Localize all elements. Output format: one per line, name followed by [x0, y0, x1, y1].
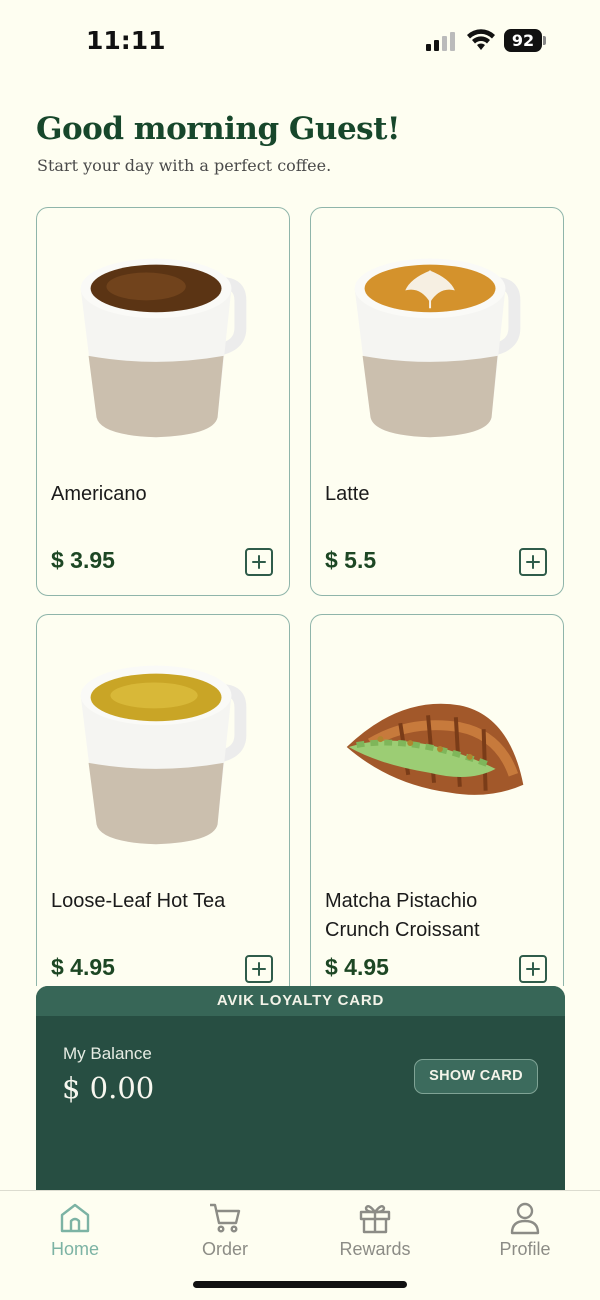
product-card-latte[interactable]: Latte $ 5.5: [310, 207, 564, 596]
greeting-subtitle: Start your day with a perfect coffee.: [37, 156, 332, 175]
user-icon: [510, 1202, 540, 1235]
cellular-signal-icon: [426, 32, 455, 51]
plus-square-icon[interactable]: [519, 548, 547, 576]
plus-square-icon[interactable]: [245, 548, 273, 576]
tab-profile[interactable]: Profile: [465, 1201, 585, 1271]
status-time: 11:11: [86, 26, 166, 55]
tab-label: Home: [50, 1239, 99, 1259]
product-name: Latte: [325, 483, 370, 505]
latte-cup-image: [354, 258, 521, 438]
battery-cap: [543, 36, 546, 45]
americano-cup-image: [80, 258, 247, 438]
home-indicator: [193, 1281, 407, 1288]
battery-indicator: 92: [504, 29, 542, 52]
product-card-hot-tea[interactable]: Loose-Leaf Hot Tea $ 4.95: [36, 614, 290, 986]
loyalty-card-title: AVIK LOYALTY CARD: [36, 986, 565, 1016]
balance-label: My Balance: [63, 1044, 152, 1063]
tab-label: Rewards: [339, 1239, 411, 1259]
status-bar: 11:11 92: [0, 0, 600, 80]
home-icon: [60, 1203, 90, 1233]
tab-order[interactable]: Order: [165, 1201, 285, 1271]
cart-icon: [210, 1203, 241, 1233]
greeting-title: Good morning Guest!: [36, 111, 401, 147]
plus-square-icon[interactable]: [519, 955, 547, 983]
product-price: $ 4.95: [51, 954, 115, 980]
product-price: $ 4.95: [325, 954, 389, 980]
tea-cup-image: [80, 665, 247, 845]
product-name: Americano: [51, 483, 147, 505]
plus-square-icon[interactable]: [245, 955, 273, 983]
wifi-icon: [467, 29, 495, 50]
product-card-americano[interactable]: Americano $ 3.95: [36, 207, 290, 596]
product-price: $ 3.95: [51, 547, 115, 573]
tab-label: Order: [201, 1239, 248, 1259]
product-name: Matcha Pistachio Crunch Croissant: [325, 890, 480, 941]
croissant-image: [346, 703, 524, 795]
product-card-croissant[interactable]: Matcha Pistachio Crunch Croissant $ 4.95: [310, 614, 564, 986]
tab-rewards[interactable]: Rewards: [315, 1201, 435, 1271]
loyalty-card: AVIK LOYALTY CARD My Balance $ 0.00 SHOW…: [36, 986, 565, 1200]
product-price: $ 5.5: [325, 547, 377, 573]
balance-value: $ 0.00: [62, 1071, 155, 1105]
gift-icon: [359, 1205, 391, 1234]
tab-home[interactable]: Home: [15, 1201, 135, 1271]
product-name: Loose-Leaf Hot Tea: [51, 890, 226, 912]
show-card-button[interactable]: SHOW CARD: [414, 1059, 538, 1094]
tab-label: Profile: [499, 1239, 551, 1259]
